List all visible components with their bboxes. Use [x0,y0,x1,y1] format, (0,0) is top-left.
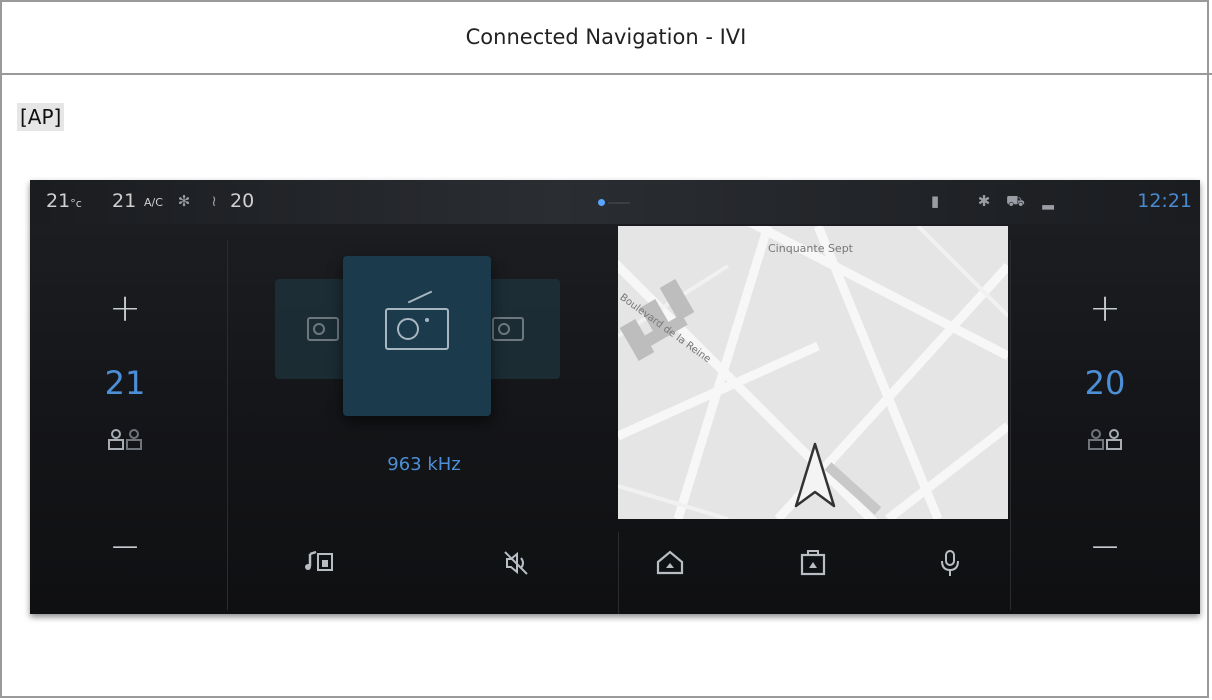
apps-icon[interactable] [793,548,833,588]
ap-tag: [AP] [17,103,65,131]
divider-left [227,240,228,610]
right-climate-panel: + 20 − [1010,224,1200,614]
fan-icon[interactable]: ✻ [176,192,192,210]
connected-car-icon: ⛟ [1006,192,1025,210]
left-temp-value: 21 [104,364,146,402]
left-seat-icon[interactable] [30,429,220,455]
radio-station-card-next[interactable] [480,279,560,379]
page-title: Connected Navigation - IVI [465,24,747,49]
mute-icon[interactable] [496,548,536,588]
radio-frequency: 963 kHz [387,454,461,475]
left-temp-down-button[interactable]: − [30,524,220,568]
ivi-screen: 21°c 21 A/C ✻ ≀ 20 ▮ ✱ ⛟ ▂ 12:21 + 21 − [30,180,1200,614]
status-left-temp: 21 [112,190,137,212]
page-indicator-active [598,199,605,206]
radio-icon [307,317,339,341]
status-right-temp: 20 [230,190,255,212]
clock: 12:21 [1137,190,1192,212]
outside-temperature: 21°c [46,190,82,212]
left-temp-up-button[interactable]: + [30,286,220,330]
bluetooth-icon: ✱ [977,192,991,210]
status-bar: 21°c 21 A/C ✻ ≀ 20 ▮ ✱ ⛟ ▂ 12:21 [30,180,1200,224]
right-seat-icon[interactable] [1010,429,1200,455]
microphone-icon[interactable] [930,548,970,588]
right-temp-value: 20 [1084,364,1126,402]
bottom-bar [230,522,1000,614]
home-icon[interactable] [650,548,690,588]
airflow-icon[interactable]: ≀ [206,192,222,210]
ac-label[interactable]: A/C [144,196,163,209]
map-label-area: Cinquante Sept [768,242,853,255]
radio-panel: 963 kHz [230,224,618,526]
page-indicator [608,202,630,204]
page-header: Connected Navigation - IVI [0,0,1212,75]
left-climate-panel: + 21 − [30,224,220,614]
media-source-icon[interactable] [300,548,340,588]
radio-icon [492,317,524,341]
right-temp-up-button[interactable]: + [1010,286,1200,330]
map-graphic [618,226,1008,519]
signal-icon: ▂ [1042,192,1054,210]
radio-station-card-active[interactable] [343,256,491,416]
battery-icon: ▮ [930,192,940,210]
radio-icon [385,290,449,350]
navigation-map[interactable]: Cinquante Sept Boulevard de la Reine [618,226,1008,519]
right-temp-down-button[interactable]: − [1010,524,1200,568]
